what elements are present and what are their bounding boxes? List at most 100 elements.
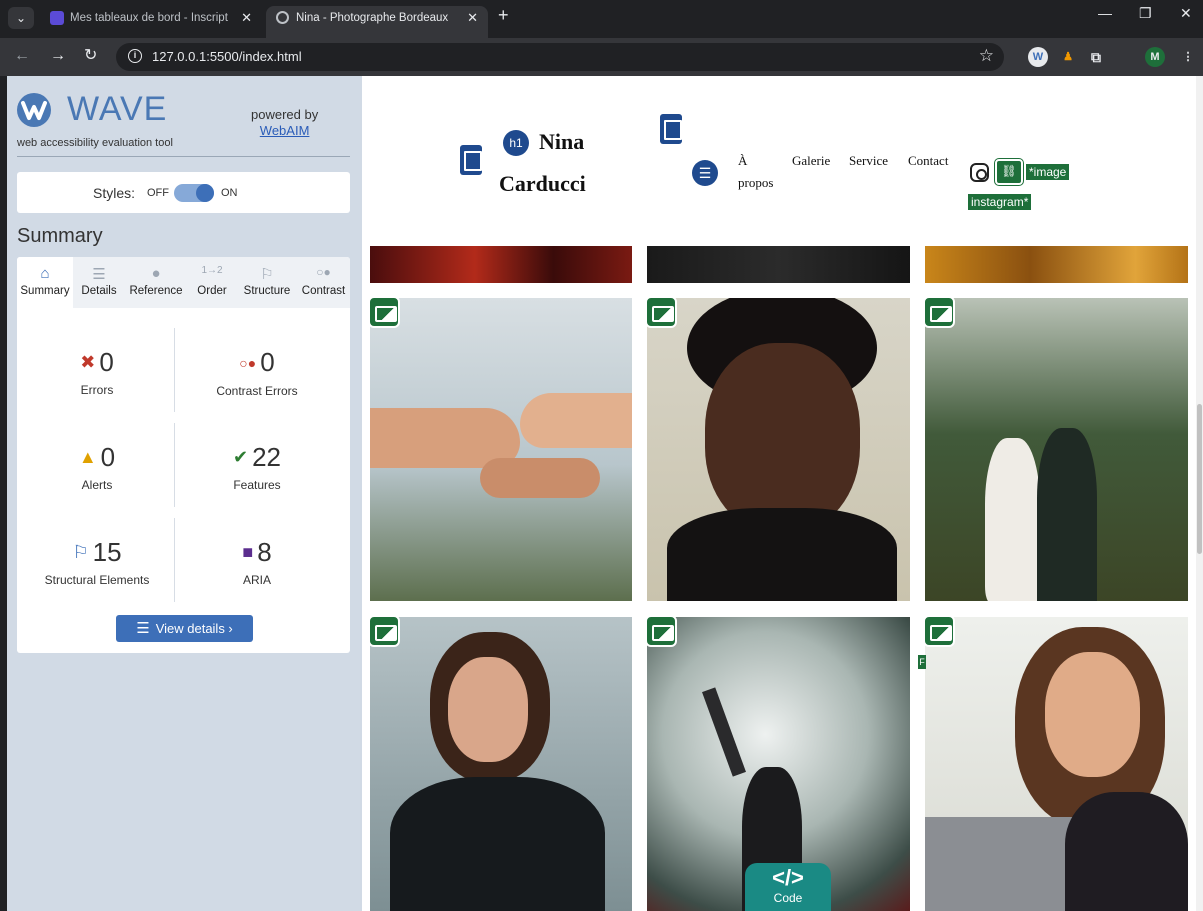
stat-alerts[interactable]: ▲ 0 Alerts	[17, 442, 177, 492]
image-alt-feature-icon[interactable]	[368, 615, 400, 647]
tab-details[interactable]: ☰ Details	[73, 257, 125, 308]
webaim-link[interactable]: WebAIM	[251, 123, 318, 139]
nav-link-text: À	[738, 153, 748, 168]
stat-features[interactable]: ✔ 22 Features	[177, 442, 337, 492]
globe-favicon-icon	[276, 11, 289, 24]
close-tab-icon[interactable]: ✕	[241, 6, 252, 30]
view-details-button[interactable]: ☰ View details ›	[116, 615, 253, 642]
gallery-photo-man[interactable]	[647, 298, 910, 601]
stat-aria[interactable]: ■ 8 ARIA	[177, 537, 337, 587]
contrast-count: 0	[260, 347, 275, 377]
nav-link-contact[interactable]: Contact	[908, 150, 948, 172]
contrast-icon: ○●	[316, 265, 331, 279]
code-icon: </>	[772, 865, 804, 890]
powered-by-text: powered by	[251, 107, 319, 122]
stat-structural[interactable]: ⚐ 15 Structural Elements	[17, 537, 177, 587]
tab-order[interactable]: 1→2 Order	[187, 257, 237, 308]
features-count: 22	[252, 442, 281, 472]
image-alt-feature-icon[interactable]	[368, 296, 400, 328]
page-scrollbar[interactable]	[1196, 76, 1203, 911]
hand-shape	[520, 393, 632, 448]
profile-avatar[interactable]: M	[1145, 47, 1165, 67]
structural-count: 15	[92, 537, 122, 567]
aria-label: ARIA	[242, 573, 271, 587]
browser-tab-bar: ⌄ Mes tableaux de bord - Inscript ✕ Nina…	[0, 0, 1203, 38]
tab-label: Structure	[243, 285, 291, 297]
image-alt-feature-icon[interactable]	[645, 615, 677, 647]
linked-image-icon: ⛓	[995, 159, 1023, 185]
browser-tab-dashboard[interactable]: Mes tableaux de bord - Inscript ✕	[40, 6, 262, 38]
alerts-label: Alerts	[81, 478, 113, 492]
stat-errors[interactable]: ✖ 0 Errors	[17, 347, 177, 397]
browser-tab-nina[interactable]: Nina - Photographe Bordeaux ✕	[266, 6, 488, 38]
view-details-label: View details ›	[155, 621, 233, 636]
wave-logo-icon	[17, 93, 51, 127]
summary-heading: Summary	[17, 225, 103, 247]
nav-link-service[interactable]: Service	[849, 150, 888, 172]
site-title-line1: Nina	[539, 129, 585, 154]
gallery-photo-dark[interactable]	[647, 246, 910, 283]
image-alt-feature-icon[interactable]	[923, 296, 955, 328]
tab-structure[interactable]: ⚐ Structure	[237, 257, 297, 308]
tab-label: Summary	[20, 285, 70, 297]
forward-icon[interactable]: →	[50, 47, 66, 65]
order-icon: 1→2	[201, 265, 223, 276]
new-tab-button[interactable]: +	[498, 5, 509, 26]
gallery-photo-wedding[interactable]	[925, 298, 1188, 601]
nav-link-galerie[interactable]: Galerie	[792, 150, 830, 172]
tab-contrast[interactable]: ○● Contrast	[297, 257, 350, 308]
wave-sidebar: WAVE web accessibility evaluation tool p…	[7, 76, 362, 911]
instagram-icon[interactable]	[970, 163, 989, 182]
gallery-photo-woman-glasses[interactable]	[370, 617, 632, 911]
face-shape	[1045, 652, 1140, 777]
gallery-photo-hands[interactable]	[370, 298, 632, 601]
sweater-shape	[390, 777, 605, 911]
bookmark-star-icon[interactable]: ☆	[979, 46, 994, 66]
close-tab-icon[interactable]: ✕	[467, 6, 478, 30]
wave-title: WAVE	[67, 90, 168, 128]
tab-search-button[interactable]: ⌄	[8, 7, 34, 29]
alt-text-tag: instagram*	[968, 194, 1032, 210]
wave-extension-icon[interactable]: W	[1028, 47, 1048, 67]
minimize-icon[interactable]: —	[1098, 5, 1112, 21]
code-toggle-button[interactable]: </> Code	[745, 863, 831, 911]
stat-contrast-errors[interactable]: ○● 0 Contrast Errors	[177, 347, 337, 398]
reload-icon[interactable]: ↻	[84, 47, 97, 65]
site-title-line2: Carducci	[499, 171, 586, 196]
gallery-photo-warm[interactable]	[925, 246, 1188, 283]
aria-icon: ■	[242, 542, 254, 562]
contrast-error-icon: ○●	[239, 355, 257, 371]
nav-link-apropos[interactable]: À propos	[738, 150, 773, 194]
face-shape	[448, 657, 528, 762]
extension-figure-icon[interactable]: ♟	[1058, 47, 1078, 67]
site-info-icon[interactable]: i	[128, 49, 142, 63]
image-alt-feature-icon[interactable]	[923, 615, 955, 647]
menu-dots-icon[interactable]: ⋮	[1178, 47, 1198, 67]
back-icon[interactable]: ←	[14, 47, 30, 65]
styles-toggle-switch[interactable]	[174, 184, 214, 202]
gallery-photo-laughing-woman[interactable]	[925, 617, 1188, 911]
errors-count: 0	[99, 347, 114, 377]
alert-icon: ▲	[78, 447, 97, 467]
tab-label: Order	[197, 285, 227, 297]
image-alt-feature-icon[interactable]	[645, 296, 677, 328]
wave-tab-list: ⌂ Summary ☰ Details ● Reference 1→2 Orde…	[17, 257, 350, 308]
code-label: Code	[773, 891, 803, 905]
address-bar[interactable]: i 127.0.0.1:5500/index.html ☆	[116, 43, 1004, 71]
close-window-icon[interactable]: ✕	[1180, 5, 1192, 22]
url-text: 127.0.0.1:5500/index.html	[152, 49, 302, 64]
scrollbar-thumb[interactable]	[1197, 404, 1202, 554]
powered-by: powered by WebAIM	[251, 107, 318, 139]
extensions-puzzle-icon[interactable]: ⧉	[1086, 47, 1106, 67]
feature-check-icon: ✔	[232, 447, 249, 467]
styles-toggle-box: Styles: OFF ON	[17, 172, 350, 213]
shirt-shape	[667, 508, 897, 601]
tab-title: Mes tableaux de bord - Inscript	[70, 12, 228, 24]
gallery-photo-concert[interactable]	[370, 246, 632, 283]
header-region-icon	[460, 145, 482, 175]
dashboard-favicon-icon	[50, 11, 64, 25]
tab-summary[interactable]: ⌂ Summary	[17, 257, 73, 308]
divider	[17, 156, 350, 157]
restore-icon[interactable]: ❐	[1139, 5, 1152, 22]
tab-reference[interactable]: ● Reference	[125, 257, 187, 308]
